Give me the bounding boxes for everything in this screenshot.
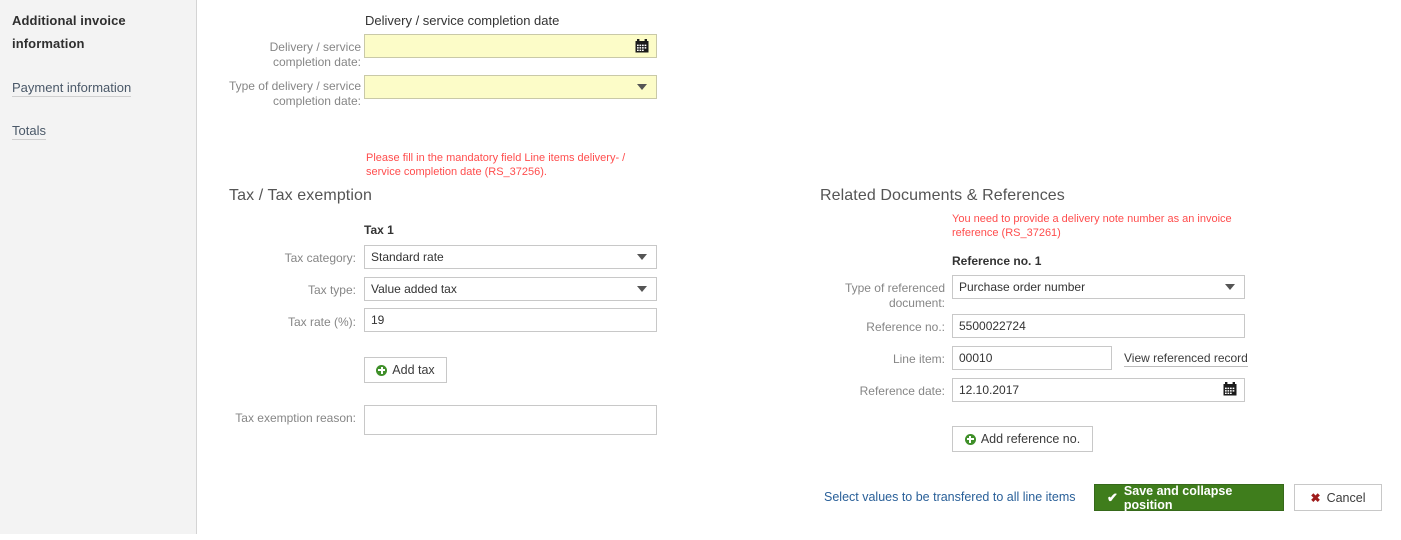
tax-type-label: Tax type: xyxy=(307,283,356,297)
delivery-error-message: Please fill in the mandatory field Line … xyxy=(366,152,626,178)
sidebar-heading: Additional invoice information xyxy=(12,13,126,51)
delivery-type-label: Type of delivery / service completion da… xyxy=(228,79,361,108)
sidebar-item-payment-information[interactable]: Payment information xyxy=(12,80,132,97)
delivery-type-select[interactable] xyxy=(364,75,657,99)
line-item-label: Line item: xyxy=(892,352,945,366)
tax-category-label: Tax category: xyxy=(284,251,356,265)
reference-no-label: Reference no.: xyxy=(866,320,945,334)
reference-group-label: Reference no. 1 xyxy=(952,254,1042,268)
delivery-date-input[interactable] xyxy=(364,34,657,58)
tax-rate-input[interactable] xyxy=(364,308,657,332)
reference-error-message: You need to provide a delivery note numb… xyxy=(952,213,1232,239)
main-content: Delivery / service completion date Deliv… xyxy=(197,0,1401,540)
referenced-document-type-label: Type of referenced document: xyxy=(844,281,945,310)
tax-exemption-input[interactable] xyxy=(364,405,657,435)
tax-group-label: Tax 1 xyxy=(364,223,394,237)
save-and-collapse-button[interactable]: ✔ Save and collapse position xyxy=(1094,483,1284,512)
cancel-button-label: Cancel xyxy=(1326,490,1366,505)
reference-date-input[interactable] xyxy=(952,378,1245,402)
add-tax-label: Add tax xyxy=(392,363,435,377)
referenced-document-type-select[interactable] xyxy=(952,275,1245,299)
delivery-section-title: Delivery / service completion date xyxy=(365,13,560,28)
plus-circle-icon xyxy=(376,364,388,376)
close-icon: ✖ xyxy=(1310,490,1321,505)
add-reference-no-button[interactable]: Add reference no. xyxy=(952,426,1093,452)
line-item-input[interactable] xyxy=(952,346,1112,370)
tax-rate-label: Tax rate (%): xyxy=(287,315,356,329)
add-tax-button[interactable]: Add tax xyxy=(364,357,447,383)
tax-section-title: Tax / Tax exemption xyxy=(229,187,373,204)
references-section-title: Related Documents & References xyxy=(820,187,1065,204)
tax-exemption-label: Tax exemption reason: xyxy=(235,411,356,425)
transfer-values-link[interactable]: Select values to be transfered to all li… xyxy=(824,490,1076,504)
plus-circle-icon xyxy=(964,433,976,445)
add-reference-no-label: Add reference no. xyxy=(980,432,1081,446)
tax-category-select[interactable] xyxy=(364,245,657,269)
check-icon: ✔ xyxy=(1107,490,1118,505)
tax-type-select[interactable] xyxy=(364,277,657,301)
sidebar: Additional invoice information Payment i… xyxy=(0,0,197,534)
sidebar-item-totals[interactable]: Totals xyxy=(12,123,46,140)
save-button-label: Save and collapse position xyxy=(1123,483,1233,512)
cancel-button[interactable]: ✖ Cancel xyxy=(1294,484,1382,511)
delivery-date-label: Delivery / service completion date: xyxy=(269,40,361,69)
view-referenced-record-link[interactable]: View referenced record xyxy=(1124,351,1248,367)
reference-date-label: Reference date: xyxy=(859,384,945,398)
reference-no-input[interactable] xyxy=(952,314,1245,338)
